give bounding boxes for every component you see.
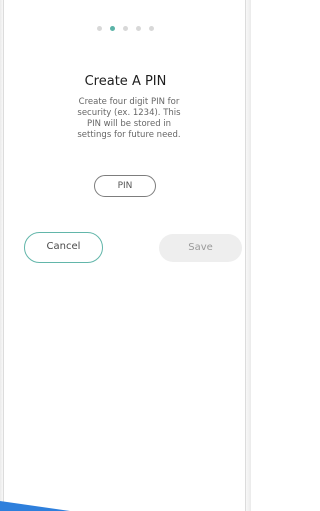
page-dot-3 [123,26,128,31]
page-dot-1 [97,26,102,31]
bottom-accent-decoration [0,501,70,511]
page-dot-5 [149,26,154,31]
page-dot-4 [136,26,141,31]
page-dot-2-active [110,26,115,31]
page-title: Create A PIN [84,74,167,89]
cancel-button[interactable]: Cancel [24,232,103,263]
save-button[interactable]: Save [159,234,242,262]
pin-input[interactable]: PIN [94,175,156,197]
pin-description: Create four digit PIN for security (ex. … [77,97,181,140]
page-indicator [0,26,251,31]
